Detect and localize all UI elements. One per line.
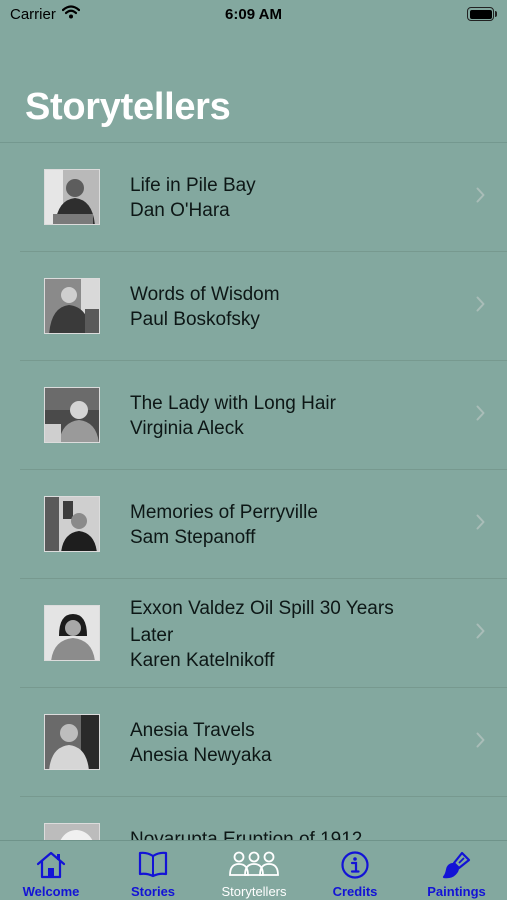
story-title: Anesia Travels bbox=[130, 720, 255, 741]
storyteller-name: Anesia Newyaka bbox=[130, 745, 272, 766]
story-row[interactable]: Novarupta Eruption of 1912 bbox=[0, 797, 507, 840]
story-title: The Lady with Long Hair bbox=[130, 393, 336, 414]
battery-icon bbox=[467, 7, 497, 21]
tab-storytellers[interactable]: Storytellers bbox=[204, 841, 304, 900]
people-icon bbox=[228, 850, 280, 883]
story-row[interactable]: The Lady with Long Hair Virginia Aleck bbox=[0, 361, 507, 470]
book-icon bbox=[137, 850, 169, 883]
chevron-right-icon bbox=[476, 405, 485, 426]
storyteller-name: Paul Boskofsky bbox=[130, 309, 260, 330]
info-icon bbox=[340, 850, 370, 885]
storyteller-photo bbox=[44, 496, 100, 552]
story-title: Novarupta Eruption of 1912 bbox=[130, 829, 363, 840]
tab-label: Stories bbox=[130, 884, 176, 899]
storyteller-name: Sam Stepanoff bbox=[130, 527, 256, 548]
tab-credits[interactable]: Credits bbox=[304, 841, 406, 900]
storyteller-name: Karen Katelnikoff bbox=[130, 650, 275, 671]
chevron-right-icon bbox=[476, 623, 485, 644]
chevron-right-icon bbox=[476, 514, 485, 535]
tab-label: Welcome bbox=[22, 884, 80, 899]
storyteller-photo bbox=[44, 605, 100, 661]
page-title: Storytellers bbox=[25, 86, 231, 128]
tab-label: Storytellers bbox=[221, 884, 287, 899]
storyteller-name: Virginia Aleck bbox=[130, 418, 244, 439]
storyteller-photo bbox=[44, 387, 100, 443]
story-row[interactable]: Words of Wisdom Paul Boskofsky bbox=[0, 252, 507, 361]
status-bar: Carrier 6:09 AM bbox=[0, 0, 507, 30]
story-title: Exxon Valdez Oil Spill 30 Years bbox=[130, 598, 394, 619]
house-icon bbox=[35, 850, 67, 885]
storyteller-photo bbox=[44, 169, 100, 225]
storyteller-list[interactable]: Life in Pile Bay Dan O'Hara Words of Wis… bbox=[0, 143, 507, 840]
storyteller-photo bbox=[44, 714, 100, 770]
tab-welcome[interactable]: Welcome bbox=[0, 841, 102, 900]
story-title-continued: Later bbox=[130, 625, 174, 646]
story-title: Words of Wisdom bbox=[130, 284, 280, 305]
tab-label: Paintings bbox=[427, 884, 486, 899]
chevron-right-icon bbox=[476, 296, 485, 317]
chevron-right-icon bbox=[476, 732, 485, 753]
tab-label: Credits bbox=[332, 884, 378, 899]
storyteller-photo bbox=[44, 823, 100, 840]
story-title: Memories of Perryville bbox=[130, 502, 318, 523]
clock: 6:09 AM bbox=[225, 6, 282, 23]
paintbrush-icon bbox=[442, 850, 472, 885]
chevron-right-icon bbox=[476, 187, 485, 208]
story-title: Life in Pile Bay bbox=[130, 175, 256, 196]
storyteller-photo bbox=[44, 278, 100, 334]
story-row[interactable]: Exxon Valdez Oil Spill 30 Years Later Ka… bbox=[0, 579, 507, 688]
tab-bar: Welcome Stories Storytellers Credits Pai… bbox=[0, 840, 507, 900]
story-row[interactable]: Life in Pile Bay Dan O'Hara bbox=[0, 143, 507, 252]
tab-paintings[interactable]: Paintings bbox=[406, 841, 507, 900]
tab-stories[interactable]: Stories bbox=[102, 841, 204, 900]
story-row[interactable]: Anesia Travels Anesia Newyaka bbox=[0, 688, 507, 797]
storyteller-name: Dan O'Hara bbox=[130, 200, 230, 221]
story-row[interactable]: Memories of Perryville Sam Stepanoff bbox=[0, 470, 507, 579]
